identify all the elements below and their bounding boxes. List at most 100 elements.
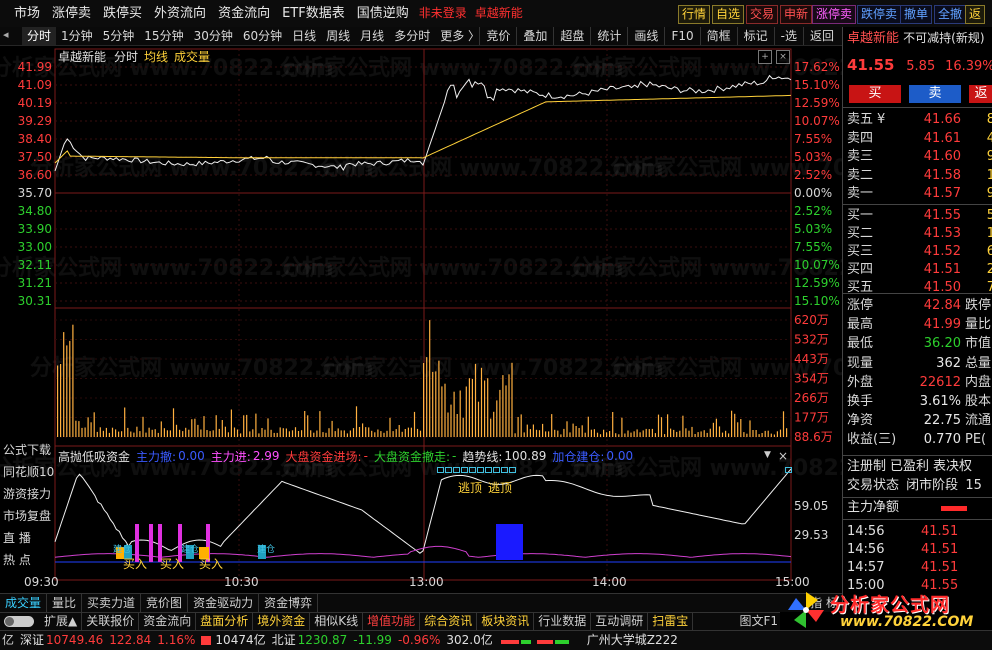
help-f1-button[interactable]: 图文F1	[739, 613, 778, 630]
ask-row[interactable]: 卖四 41.61 4	[847, 130, 992, 148]
function-tab-0[interactable]: 扩展▲	[40, 613, 83, 630]
function-tab-8[interactable]: 板块资讯	[477, 613, 535, 630]
function-tab-9[interactable]: 行业数据	[534, 613, 592, 630]
chart-tool-9[interactable]: 返回	[802, 27, 840, 45]
indicator-tab-2[interactable]: 买卖力道	[82, 594, 142, 612]
function-tab-10[interactable]: 互动调研	[591, 613, 649, 630]
function-tab-1[interactable]: 关联报价	[82, 613, 140, 630]
function-tab-5[interactable]: 相似K线	[310, 613, 364, 630]
bz-label[interactable]: 北证	[272, 631, 296, 650]
chart-tool-6[interactable]: 简框	[699, 27, 737, 45]
bid-row[interactable]: 买一 41.55 5	[847, 207, 992, 225]
time-tick-label: 15:00	[775, 575, 810, 589]
buy-button[interactable]: 买	[849, 85, 901, 103]
top-menu-6[interactable]: 国债逆购	[351, 0, 415, 27]
volume-bar	[688, 430, 690, 437]
chart-tool-5[interactable]: F10	[664, 27, 699, 45]
chart-tool-7[interactable]: 标记	[736, 27, 774, 45]
toolbar-button-2[interactable]: 交易	[746, 5, 779, 24]
period-tab-0[interactable]: 分时	[22, 27, 57, 45]
volume-tick-label: 620万	[794, 313, 829, 327]
indicator-close-icon[interactable]: ×	[778, 449, 788, 463]
toolbar-button-8[interactable]: 返	[965, 5, 986, 24]
period-tab-9[interactable]: 多分时	[389, 27, 435, 45]
ask-row[interactable]: 卖三 41.60 9	[847, 148, 992, 166]
top-alert-1[interactable]: 卓越新能	[471, 0, 527, 27]
news-ticker[interactable]: 广州大学城Z222	[587, 631, 678, 650]
period-tab-7[interactable]: 周线	[321, 27, 355, 45]
period-tab-1[interactable]: 1分钟	[56, 27, 98, 45]
period-tab-6[interactable]: 日线	[287, 27, 321, 45]
function-tab-2[interactable]: 资金流向	[139, 613, 197, 630]
toolbar-button-0[interactable]: 行情	[678, 5, 711, 24]
volume-bar	[529, 429, 531, 437]
bid-row[interactable]: 买四 41.51 2	[847, 261, 992, 279]
chart-area[interactable]: 分析家公式网 www.70822.com 分析家公式网 www.70822.com…	[0, 45, 842, 593]
toolbar-button-1[interactable]: 自选	[712, 5, 745, 24]
chart-tool-8[interactable]: -选	[773, 27, 803, 45]
volume-bar	[465, 386, 467, 437]
indicator-tab-3[interactable]: 竞价图	[141, 594, 189, 612]
chart-tool-4[interactable]: 画线	[627, 27, 664, 45]
main-flow-row[interactable]: 主力净额	[847, 499, 989, 517]
sell-signal-tag: 逃顶	[488, 481, 513, 495]
toolbar-button-4[interactable]: 涨停卖	[812, 5, 857, 24]
collapse-left-icon[interactable]: ◂	[3, 29, 15, 41]
indicator-tab-4[interactable]: 资金驱动力	[188, 594, 260, 612]
chart-tool-0[interactable]: 竞价	[479, 27, 516, 45]
period-tab-10[interactable]: 更多 〉	[435, 27, 485, 45]
chart-settings-icon[interactable]: +	[758, 50, 772, 64]
period-tab-8[interactable]: 月线	[355, 27, 389, 45]
function-tab-4[interactable]: 境外资金	[253, 613, 311, 630]
volume-bar	[438, 360, 440, 437]
ask-row[interactable]: 卖一 41.57 9	[847, 185, 992, 203]
function-tab-7[interactable]: 综合资讯	[420, 613, 478, 630]
bid-row[interactable]: 买五 41.50 7	[847, 279, 992, 297]
indicator-tab-0[interactable]: 成交量	[0, 594, 48, 612]
indicator-title: 高抛低吸资金	[58, 449, 131, 464]
top-menu-4[interactable]: 资金流向	[212, 0, 276, 27]
indicator-dropdown-icon[interactable]: ▼	[764, 450, 771, 460]
top-menu-0[interactable]: 市场	[8, 0, 46, 27]
top-menu-2[interactable]: 跌停买	[97, 0, 148, 27]
period-tab-5[interactable]: 60分钟	[238, 27, 287, 45]
sell-button[interactable]: 卖	[909, 85, 961, 103]
pct-tick-label: 12.59%	[794, 96, 840, 110]
ask-row[interactable]: 卖五 ¥41.66 8	[847, 111, 992, 129]
volume-bar	[185, 427, 187, 437]
top-alert-0[interactable]: 非未登录	[415, 0, 471, 27]
intraday-chart[interactable]: 分析家公式网 www.70822.com分析家公式网 www.70822.com…	[0, 45, 842, 593]
buy-signal-tag: 买入	[123, 557, 148, 571]
function-tab-6[interactable]: 增值功能	[363, 613, 421, 630]
toggle-switch[interactable]	[4, 616, 34, 627]
bid-price: 41.51	[923, 262, 961, 277]
top-menu-1[interactable]: 涨停卖	[46, 0, 97, 27]
top-menu-3[interactable]: 外资流向	[148, 0, 212, 27]
toolbar-button-3[interactable]: 申新	[780, 5, 813, 24]
chart-tool-2[interactable]: 超盘	[553, 27, 590, 45]
toolbar-button-5[interactable]: 跌停卖	[857, 5, 902, 24]
stat-row: 外盘 22612 内盘	[847, 374, 992, 392]
period-tab-2[interactable]: 5分钟	[98, 27, 140, 45]
chart-tool-1[interactable]: 叠加	[516, 27, 553, 45]
volume-bar	[105, 427, 107, 437]
function-tab-11[interactable]: 扫雷宝	[648, 613, 694, 630]
indicator-tab-1[interactable]: 量比	[47, 594, 83, 612]
chart-close-icon[interactable]: ×	[776, 50, 790, 64]
ask-row[interactable]: 卖二 41.58 1	[847, 167, 992, 185]
period-tab-4[interactable]: 30分钟	[189, 27, 238, 45]
toolbar-button-6[interactable]: 撤单	[900, 5, 933, 24]
toolbar-button-7[interactable]: 全撤	[934, 5, 967, 24]
back-button[interactable]: 返	[969, 85, 992, 103]
period-tab-3[interactable]: 15分钟	[139, 27, 188, 45]
volume-bar	[188, 429, 190, 437]
sz-label[interactable]: 深证	[20, 631, 44, 650]
volume-bar	[542, 423, 544, 437]
indicator-tab-5[interactable]: 资金博弈	[259, 594, 319, 612]
volume-bar	[69, 340, 71, 437]
chart-tool-3[interactable]: 统计	[590, 27, 627, 45]
function-tab-3[interactable]: 盘面分析	[196, 613, 254, 630]
bid-row[interactable]: 买三 41.52 6	[847, 243, 992, 261]
bid-row[interactable]: 买二 41.53 1	[847, 225, 992, 243]
top-menu-5[interactable]: ETF数据表	[276, 0, 351, 27]
